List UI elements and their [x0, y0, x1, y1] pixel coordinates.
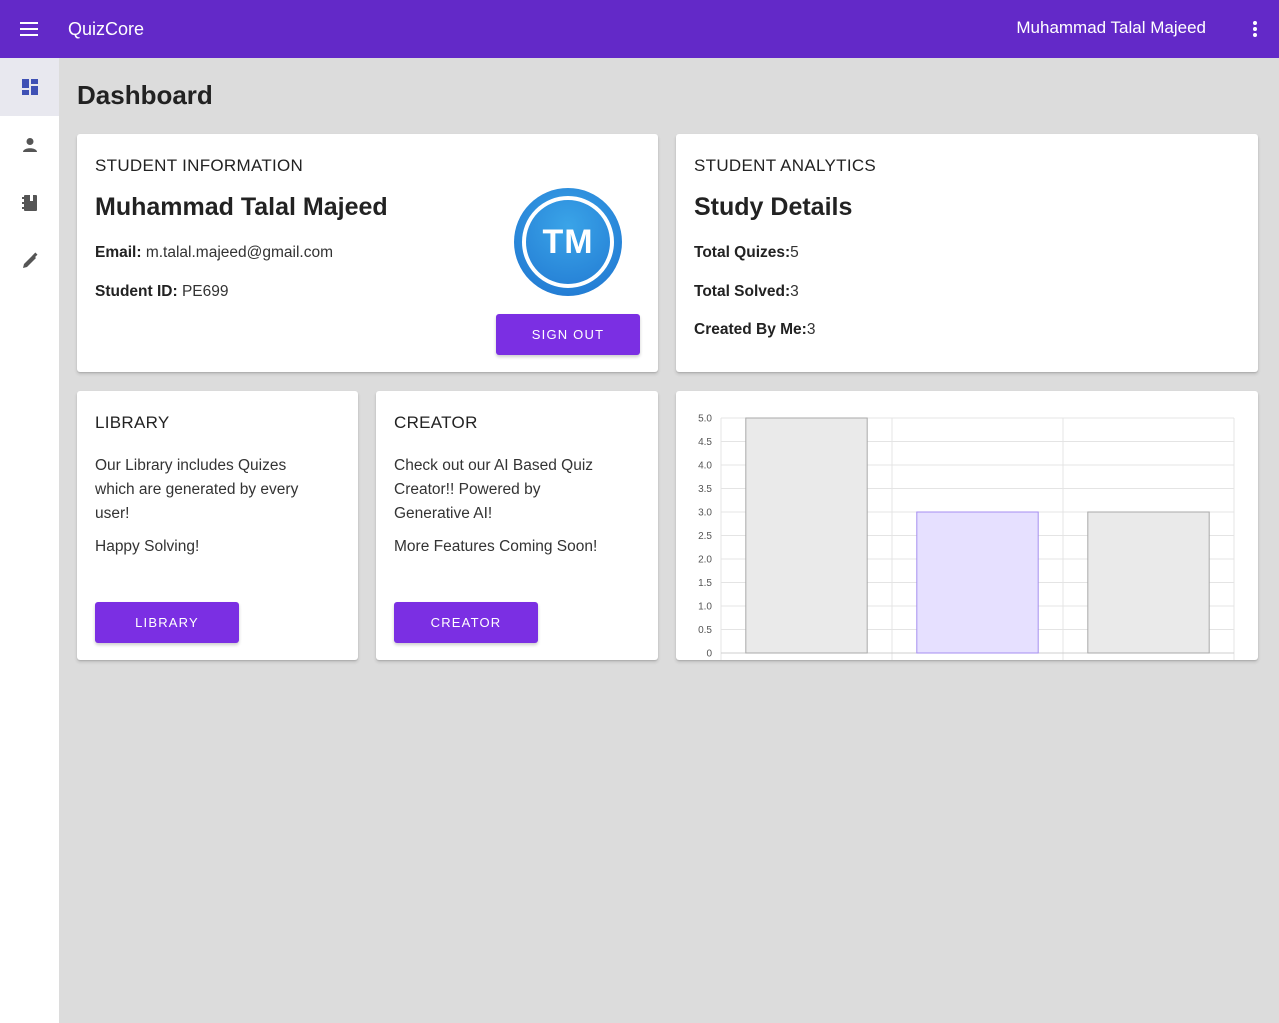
library-card: LIBRARY Our Library includes Quizes whic… [77, 391, 358, 660]
creator-card: CREATOR Check out our AI Based Quiz Crea… [376, 391, 658, 660]
student-id-row: Student ID: PE699 [95, 283, 229, 301]
avatar-initials: TM [542, 222, 594, 261]
student-id-label: Student ID: [95, 283, 178, 300]
total-solved-label: Total Solved: [694, 283, 791, 300]
y-tick-label: 5.0 [698, 414, 712, 425]
sidebar-item-dashboard[interactable] [0, 58, 59, 116]
total-quizes-label: Total Quizes: [694, 244, 791, 261]
y-tick-label: 2.0 [698, 555, 712, 566]
total-solved-row: Total Solved:3 [694, 283, 799, 301]
y-tick-label: 4.5 [698, 437, 712, 448]
menu-icon[interactable] [0, 0, 58, 58]
study-details-heading: Study Details [694, 193, 853, 221]
card-overline: STUDENT ANALYTICS [694, 156, 877, 175]
app-title: QuizCore [68, 18, 145, 39]
total-quizes-value: 5 [790, 244, 799, 261]
total-quizes-row: Total Quizes:5 [694, 244, 799, 262]
created-by-me-value: 3 [806, 321, 816, 338]
user-name[interactable]: Muhammad Talal Majeed [1016, 18, 1206, 38]
sidebar-item-profile[interactable] [0, 116, 59, 174]
creator-description: Check out our AI Based Quiz Creator!! Po… [394, 454, 593, 526]
y-tick-label: 3.0 [698, 508, 712, 519]
creator-tagline: More Features Coming Soon! [394, 538, 598, 555]
card-overline: CREATOR [394, 413, 478, 432]
created-by-me-label: Created By Me: [694, 321, 807, 338]
created-by-me-row: Created By Me:3 [694, 321, 815, 339]
avatar: TM [514, 188, 622, 296]
bar-chart: 0 0.5 1.0 1.5 2.0 2.5 3.0 3.5 4.0 4.5 5.0 [698, 414, 1235, 660]
student-analytics-card: STUDENT ANALYTICS Study Details Total Qu… [676, 134, 1258, 372]
person-icon [22, 138, 37, 152]
sidebar [0, 58, 59, 1023]
library-tagline: Happy Solving! [95, 538, 200, 555]
email-row: Email: m.talal.majeed@gmail.com [95, 244, 333, 262]
y-tick-label: 3.5 [698, 484, 712, 495]
card-overline: STUDENT INFORMATION [95, 156, 304, 175]
student-id-value: PE699 [181, 283, 229, 300]
y-tick-label: 1.5 [698, 578, 712, 589]
library-button[interactable]: LIBRARY [95, 602, 239, 643]
student-info-card: STUDENT INFORMATION Muhammad Talal Majee… [77, 134, 658, 372]
page-title: Dashboard [77, 80, 213, 110]
total-solved-value: 3 [790, 283, 799, 300]
creator-line-2: Creator!! Powered by [394, 481, 541, 498]
library-line-2: which are generated by every [95, 481, 299, 498]
creator-line-1: Check out our AI Based Quiz [394, 457, 594, 474]
chart-bar [1087, 511, 1210, 654]
creator-button[interactable]: CREATOR [394, 602, 538, 643]
y-tick-label: 2.5 [698, 531, 712, 542]
analytics-chart-card: 0 0.5 1.0 1.5 2.0 2.5 3.0 3.5 4.0 4.5 5.0 [676, 391, 1258, 660]
chart-bar [916, 511, 1039, 654]
y-tick-label: 4.0 [698, 461, 712, 472]
y-tick-label: 0 [706, 649, 712, 660]
y-tick-label: 1.0 [698, 602, 712, 613]
library-line-3: user! [95, 505, 130, 522]
card-overline: LIBRARY [95, 413, 170, 432]
more-vert-icon[interactable] [1243, 17, 1267, 41]
library-line-1: Our Library includes Quizes [95, 457, 287, 474]
y-tick-label: 0.5 [698, 625, 712, 636]
dashboard-icon [21, 79, 38, 95]
sidebar-item-creator[interactable] [0, 232, 59, 290]
student-name: Muhammad Talal Majeed [95, 193, 388, 221]
library-description: Our Library includes Quizes which are ge… [95, 454, 298, 526]
email-label: Email: [95, 244, 142, 261]
pen-icon [22, 252, 37, 268]
chart-bar [745, 417, 868, 654]
app-bar: QuizCore Muhammad Talal Majeed [0, 0, 1279, 58]
book-icon [21, 195, 37, 211]
sign-out-button[interactable]: SIGN OUT [496, 314, 640, 355]
email-value: m.talal.majeed@gmail.com [145, 244, 333, 261]
sidebar-item-library[interactable] [0, 174, 59, 232]
creator-line-3: Generative AI! [394, 505, 493, 522]
